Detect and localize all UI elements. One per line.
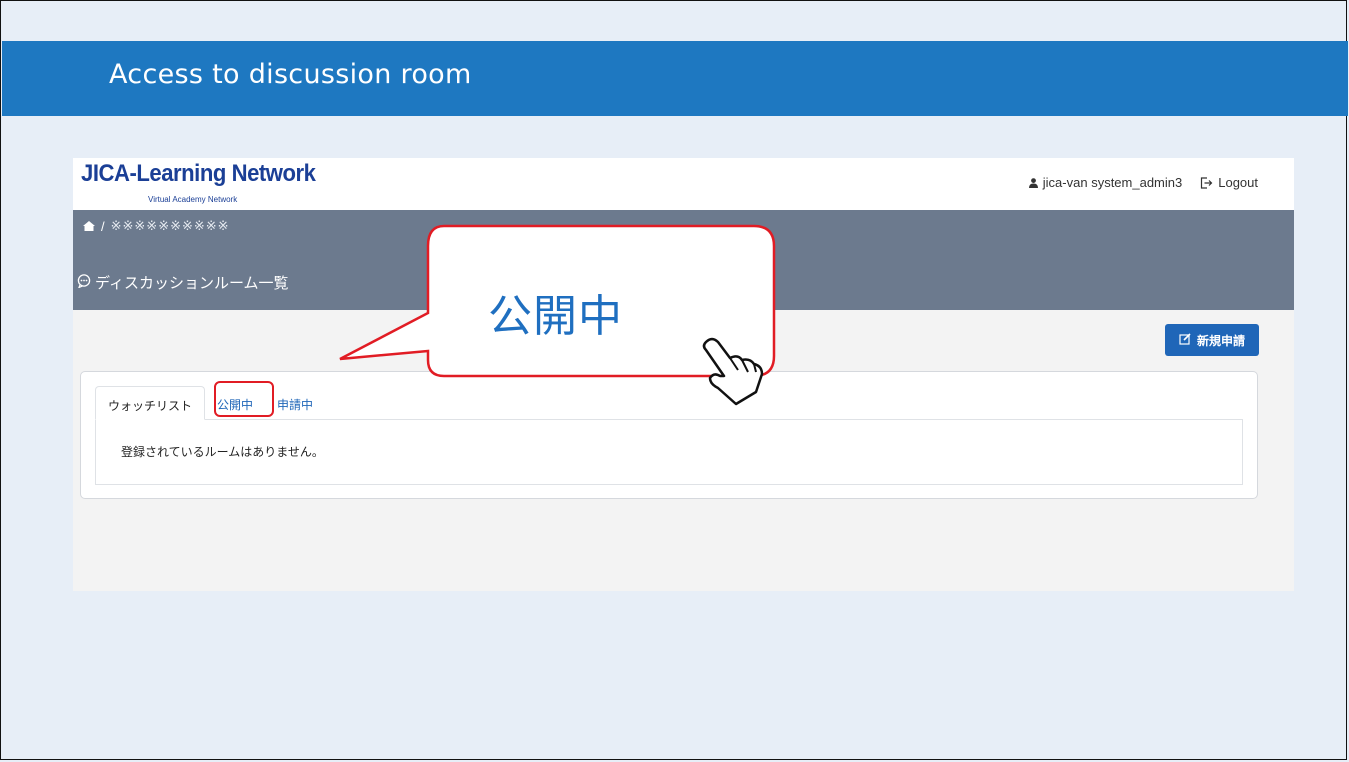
tab-watchlist[interactable]: ウォッチリスト [95, 386, 206, 420]
pointing-hand-icon [690, 332, 770, 416]
callout-text: 公開中 [488, 291, 623, 342]
callout-balloon [339, 224, 776, 378]
